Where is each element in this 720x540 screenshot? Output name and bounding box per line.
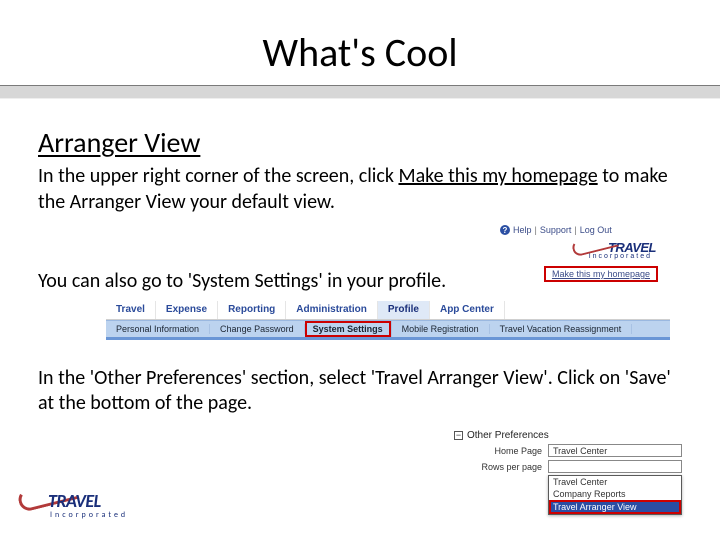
help-link[interactable]: Help: [513, 225, 532, 235]
separator: |: [574, 225, 576, 235]
subtab-personal-information[interactable]: Personal Information: [106, 324, 210, 334]
rows-per-page-select[interactable]: [548, 460, 682, 473]
brand-sub: Incorporated: [50, 510, 128, 520]
spacer: [38, 340, 682, 366]
tab-administration[interactable]: Administration: [286, 301, 378, 319]
screenshot-other-preferences: − Other Preferences Home Page Travel Cen…: [450, 430, 682, 515]
screenshot-header-links: ? Help | Support | Log Out TRAVEL Incorp…: [494, 222, 662, 308]
pref-row-rowsperpage: Rows per page: [450, 460, 682, 473]
tab-expense[interactable]: Expense: [156, 301, 218, 319]
section-label: Other Preferences: [467, 430, 549, 441]
para1-link-text: Make this my homepage: [398, 164, 597, 188]
collapse-icon[interactable]: −: [454, 431, 463, 440]
paragraph-1: In the upper right corner of the screen,…: [38, 164, 682, 215]
footer-travel-logo: TRAVEL Incorporated: [20, 490, 150, 526]
slide-title: What's Cool: [0, 28, 720, 77]
subtab-mobile-registration[interactable]: Mobile Registration: [392, 324, 490, 334]
pref-row-homepage: Home Page Travel Center: [450, 444, 682, 457]
option-travel-center[interactable]: Travel Center: [549, 476, 681, 488]
tab-travel[interactable]: Travel: [106, 301, 156, 319]
home-page-label: Home Page: [450, 446, 548, 456]
nav-subtabs: Personal Information Change Password Sys…: [106, 320, 670, 340]
home-page-dropdown: Travel Center Company Reports Travel Arr…: [548, 475, 682, 515]
subtab-system-settings-label: System Settings: [305, 321, 391, 337]
header-utility-links: ? Help | Support | Log Out: [494, 222, 662, 238]
make-homepage-link[interactable]: Make this my homepage: [544, 266, 658, 282]
travel-logo: TRAVEL Incorporated: [494, 240, 662, 260]
make-homepage-wrap: Make this my homepage: [494, 266, 662, 282]
rows-per-page-label: Rows per page: [450, 462, 548, 472]
section-heading: Arranger View: [38, 125, 682, 160]
subtab-change-password[interactable]: Change Password: [210, 324, 305, 334]
para1-pre: In the upper right corner of the screen,…: [38, 164, 398, 188]
help-icon: ?: [500, 225, 510, 235]
home-page-select[interactable]: Travel Center: [548, 444, 682, 457]
tab-profile[interactable]: Profile: [378, 301, 430, 319]
separator: |: [535, 225, 537, 235]
subtab-system-settings[interactable]: System Settings: [305, 321, 392, 337]
title-underline: [0, 85, 720, 99]
option-company-reports[interactable]: Company Reports: [549, 488, 681, 500]
tab-reporting[interactable]: Reporting: [218, 301, 286, 319]
option-travel-arranger-view[interactable]: Travel Arranger View: [549, 500, 681, 514]
paragraph-3: In the 'Other Preferences' section, sele…: [38, 366, 682, 417]
brand-text: TRAVEL: [48, 490, 101, 512]
slide: What's Cool Arranger View In the upper r…: [0, 0, 720, 540]
section-header: − Other Preferences: [450, 430, 682, 441]
brand-sub: Incorporated: [494, 253, 652, 260]
support-link[interactable]: Support: [540, 225, 572, 235]
title-wrap: What's Cool: [0, 0, 720, 99]
subtab-travel-vacation-reassignment[interactable]: Travel Vacation Reassignment: [490, 324, 633, 334]
